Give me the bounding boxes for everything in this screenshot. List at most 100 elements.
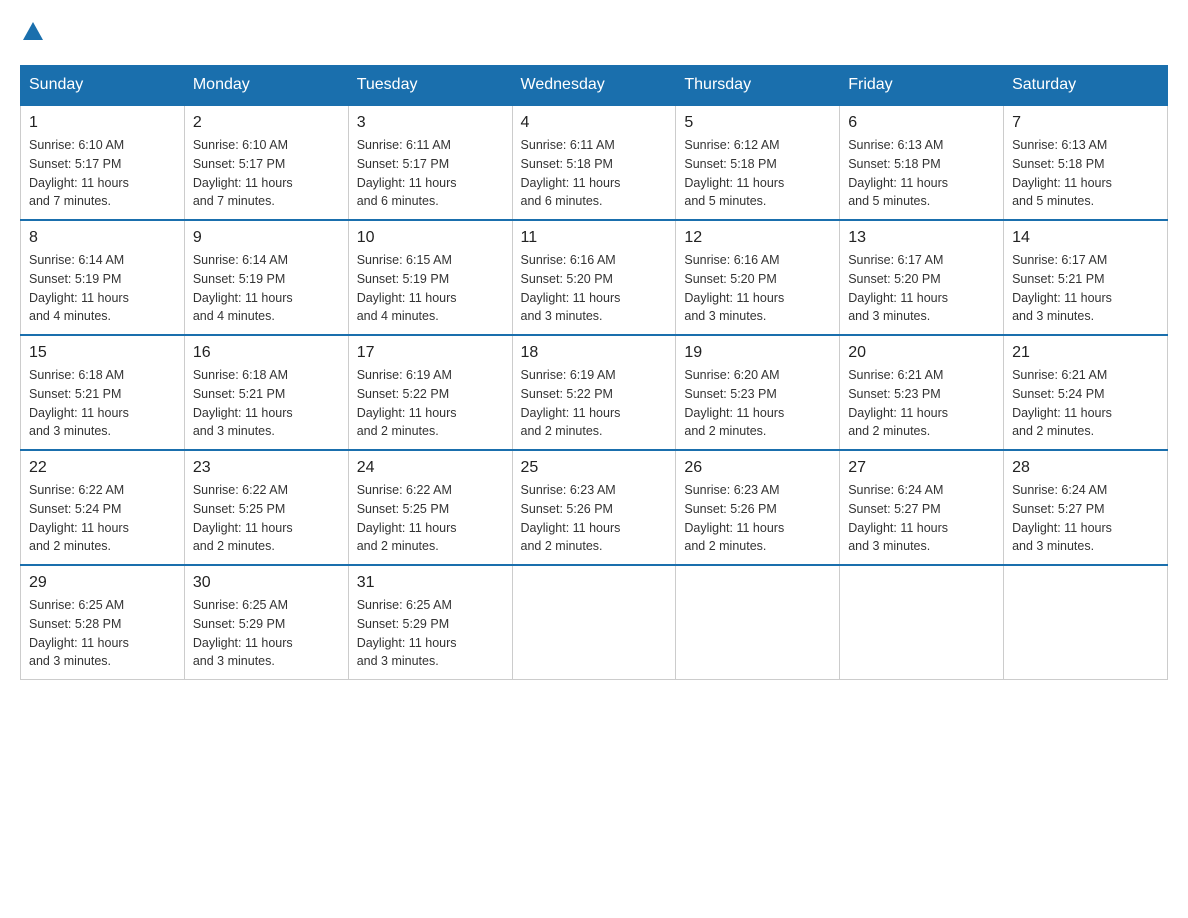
day-info: Sunrise: 6:16 AMSunset: 5:20 PMDaylight:… bbox=[684, 251, 831, 326]
day-header-sunday: Sunday bbox=[21, 66, 185, 106]
calendar-cell: 9 Sunrise: 6:14 AMSunset: 5:19 PMDaylight… bbox=[184, 220, 348, 335]
day-info: Sunrise: 6:22 AMSunset: 5:24 PMDaylight:… bbox=[29, 481, 176, 556]
calendar-cell: 2 Sunrise: 6:10 AMSunset: 5:17 PMDaylight… bbox=[184, 105, 348, 220]
day-info: Sunrise: 6:14 AMSunset: 5:19 PMDaylight:… bbox=[193, 251, 340, 326]
calendar-cell: 13 Sunrise: 6:17 AMSunset: 5:20 PMDayligh… bbox=[840, 220, 1004, 335]
day-info: Sunrise: 6:24 AMSunset: 5:27 PMDaylight:… bbox=[848, 481, 995, 556]
calendar-cell: 18 Sunrise: 6:19 AMSunset: 5:22 PMDayligh… bbox=[512, 335, 676, 450]
day-number: 19 bbox=[684, 344, 831, 362]
logo bbox=[20, 20, 44, 47]
day-info: Sunrise: 6:18 AMSunset: 5:21 PMDaylight:… bbox=[29, 366, 176, 441]
calendar-cell bbox=[676, 565, 840, 680]
calendar-cell: 3Sunrise: 6:11 AMSunset: 5:17 PMDaylight… bbox=[348, 105, 512, 220]
calendar-week-row: 15 Sunrise: 6:18 AMSunset: 5:21 PMDayligh… bbox=[21, 335, 1168, 450]
day-info: Sunrise: 6:25 AMSunset: 5:28 PMDaylight:… bbox=[29, 596, 176, 671]
calendar-cell: 5Sunrise: 6:12 AMSunset: 5:18 PMDaylight… bbox=[676, 105, 840, 220]
calendar-cell: 10 Sunrise: 6:15 AMSunset: 5:19 PMDayligh… bbox=[348, 220, 512, 335]
day-info: Sunrise: 6:10 AMSunset: 5:17 PMDaylight:… bbox=[29, 136, 176, 211]
day-number: 31 bbox=[357, 574, 504, 592]
calendar-cell: 17 Sunrise: 6:19 AMSunset: 5:22 PMDayligh… bbox=[348, 335, 512, 450]
day-number: 1 bbox=[29, 114, 176, 132]
calendar-week-row: 1 Sunrise: 6:10 AMSunset: 5:17 PMDaylight… bbox=[21, 105, 1168, 220]
calendar-cell: 14 Sunrise: 6:17 AMSunset: 5:21 PMDayligh… bbox=[1004, 220, 1168, 335]
day-info: Sunrise: 6:11 AMSunset: 5:18 PMDaylight:… bbox=[521, 136, 668, 211]
calendar-cell: 4 Sunrise: 6:11 AMSunset: 5:18 PMDaylight… bbox=[512, 105, 676, 220]
day-number: 12 bbox=[684, 229, 831, 247]
day-number: 10 bbox=[357, 229, 504, 247]
calendar-week-row: 29 Sunrise: 6:25 AMSunset: 5:28 PMDayligh… bbox=[21, 565, 1168, 680]
day-number: 26 bbox=[684, 459, 831, 477]
day-number: 18 bbox=[521, 344, 668, 362]
day-number: 22 bbox=[29, 459, 176, 477]
day-number: 15 bbox=[29, 344, 176, 362]
calendar-header-row: SundayMondayTuesdayWednesdayThursdayFrid… bbox=[21, 66, 1168, 106]
day-number: 4 bbox=[521, 114, 668, 132]
day-info: Sunrise: 6:13 AMSunset: 5:18 PMDaylight:… bbox=[848, 136, 995, 211]
calendar-cell: 20Sunrise: 6:21 AMSunset: 5:23 PMDayligh… bbox=[840, 335, 1004, 450]
day-number: 6 bbox=[848, 114, 995, 132]
calendar-cell: 23 Sunrise: 6:22 AMSunset: 5:25 PMDayligh… bbox=[184, 450, 348, 565]
calendar-cell: 1 Sunrise: 6:10 AMSunset: 5:17 PMDaylight… bbox=[21, 105, 185, 220]
day-info: Sunrise: 6:20 AMSunset: 5:23 PMDaylight:… bbox=[684, 366, 831, 441]
day-info: Sunrise: 6:25 AMSunset: 5:29 PMDaylight:… bbox=[357, 596, 504, 671]
day-number: 27 bbox=[848, 459, 995, 477]
day-info: Sunrise: 6:19 AMSunset: 5:22 PMDaylight:… bbox=[521, 366, 668, 441]
day-info: Sunrise: 6:19 AMSunset: 5:22 PMDaylight:… bbox=[357, 366, 504, 441]
day-number: 25 bbox=[521, 459, 668, 477]
day-number: 7 bbox=[1012, 114, 1159, 132]
day-info: Sunrise: 6:14 AMSunset: 5:19 PMDaylight:… bbox=[29, 251, 176, 326]
calendar-cell: 6 Sunrise: 6:13 AMSunset: 5:18 PMDaylight… bbox=[840, 105, 1004, 220]
day-info: Sunrise: 6:25 AMSunset: 5:29 PMDaylight:… bbox=[193, 596, 340, 671]
calendar-cell: 24 Sunrise: 6:22 AMSunset: 5:25 PMDayligh… bbox=[348, 450, 512, 565]
calendar-cell: 21Sunrise: 6:21 AMSunset: 5:24 PMDayligh… bbox=[1004, 335, 1168, 450]
calendar-cell: 30 Sunrise: 6:25 AMSunset: 5:29 PMDayligh… bbox=[184, 565, 348, 680]
day-number: 30 bbox=[193, 574, 340, 592]
calendar-week-row: 8 Sunrise: 6:14 AMSunset: 5:19 PMDaylight… bbox=[21, 220, 1168, 335]
day-info: Sunrise: 6:21 AMSunset: 5:24 PMDaylight:… bbox=[1012, 366, 1159, 441]
day-number: 8 bbox=[29, 229, 176, 247]
day-number: 23 bbox=[193, 459, 340, 477]
day-number: 16 bbox=[193, 344, 340, 362]
day-header-thursday: Thursday bbox=[676, 66, 840, 106]
calendar-cell: 27 Sunrise: 6:24 AMSunset: 5:27 PMDayligh… bbox=[840, 450, 1004, 565]
calendar-week-row: 22 Sunrise: 6:22 AMSunset: 5:24 PMDayligh… bbox=[21, 450, 1168, 565]
day-info: Sunrise: 6:17 AMSunset: 5:21 PMDaylight:… bbox=[1012, 251, 1159, 326]
day-number: 11 bbox=[521, 229, 668, 247]
calendar-cell: 26 Sunrise: 6:23 AMSunset: 5:26 PMDayligh… bbox=[676, 450, 840, 565]
day-info: Sunrise: 6:22 AMSunset: 5:25 PMDaylight:… bbox=[357, 481, 504, 556]
day-info: Sunrise: 6:22 AMSunset: 5:25 PMDaylight:… bbox=[193, 481, 340, 556]
day-number: 9 bbox=[193, 229, 340, 247]
calendar-cell: 19 Sunrise: 6:20 AMSunset: 5:23 PMDayligh… bbox=[676, 335, 840, 450]
day-number: 28 bbox=[1012, 459, 1159, 477]
calendar-cell: 8 Sunrise: 6:14 AMSunset: 5:19 PMDaylight… bbox=[21, 220, 185, 335]
day-number: 2 bbox=[193, 114, 340, 132]
calendar-cell: 16Sunrise: 6:18 AMSunset: 5:21 PMDayligh… bbox=[184, 335, 348, 450]
day-number: 13 bbox=[848, 229, 995, 247]
page-header bbox=[20, 20, 1168, 47]
day-info: Sunrise: 6:17 AMSunset: 5:20 PMDaylight:… bbox=[848, 251, 995, 326]
calendar-cell: 15 Sunrise: 6:18 AMSunset: 5:21 PMDayligh… bbox=[21, 335, 185, 450]
calendar-cell: 11 Sunrise: 6:16 AMSunset: 5:20 PMDayligh… bbox=[512, 220, 676, 335]
day-info: Sunrise: 6:16 AMSunset: 5:20 PMDaylight:… bbox=[521, 251, 668, 326]
calendar-cell: 12 Sunrise: 6:16 AMSunset: 5:20 PMDayligh… bbox=[676, 220, 840, 335]
calendar-table: SundayMondayTuesdayWednesdayThursdayFrid… bbox=[20, 65, 1168, 680]
day-header-saturday: Saturday bbox=[1004, 66, 1168, 106]
day-info: Sunrise: 6:11 AMSunset: 5:17 PMDaylight:… bbox=[357, 136, 504, 211]
day-info: Sunrise: 6:23 AMSunset: 5:26 PMDaylight:… bbox=[684, 481, 831, 556]
day-header-friday: Friday bbox=[840, 66, 1004, 106]
calendar-cell bbox=[840, 565, 1004, 680]
calendar-cell: 22 Sunrise: 6:22 AMSunset: 5:24 PMDayligh… bbox=[21, 450, 185, 565]
day-number: 17 bbox=[357, 344, 504, 362]
calendar-cell bbox=[1004, 565, 1168, 680]
day-number: 14 bbox=[1012, 229, 1159, 247]
calendar-cell: 29 Sunrise: 6:25 AMSunset: 5:28 PMDayligh… bbox=[21, 565, 185, 680]
day-header-wednesday: Wednesday bbox=[512, 66, 676, 106]
day-number: 29 bbox=[29, 574, 176, 592]
calendar-cell: 7Sunrise: 6:13 AMSunset: 5:18 PMDaylight… bbox=[1004, 105, 1168, 220]
logo-triangle-icon bbox=[22, 20, 44, 42]
day-info: Sunrise: 6:23 AMSunset: 5:26 PMDaylight:… bbox=[521, 481, 668, 556]
calendar-cell bbox=[512, 565, 676, 680]
day-info: Sunrise: 6:10 AMSunset: 5:17 PMDaylight:… bbox=[193, 136, 340, 211]
day-number: 24 bbox=[357, 459, 504, 477]
day-info: Sunrise: 6:15 AMSunset: 5:19 PMDaylight:… bbox=[357, 251, 504, 326]
